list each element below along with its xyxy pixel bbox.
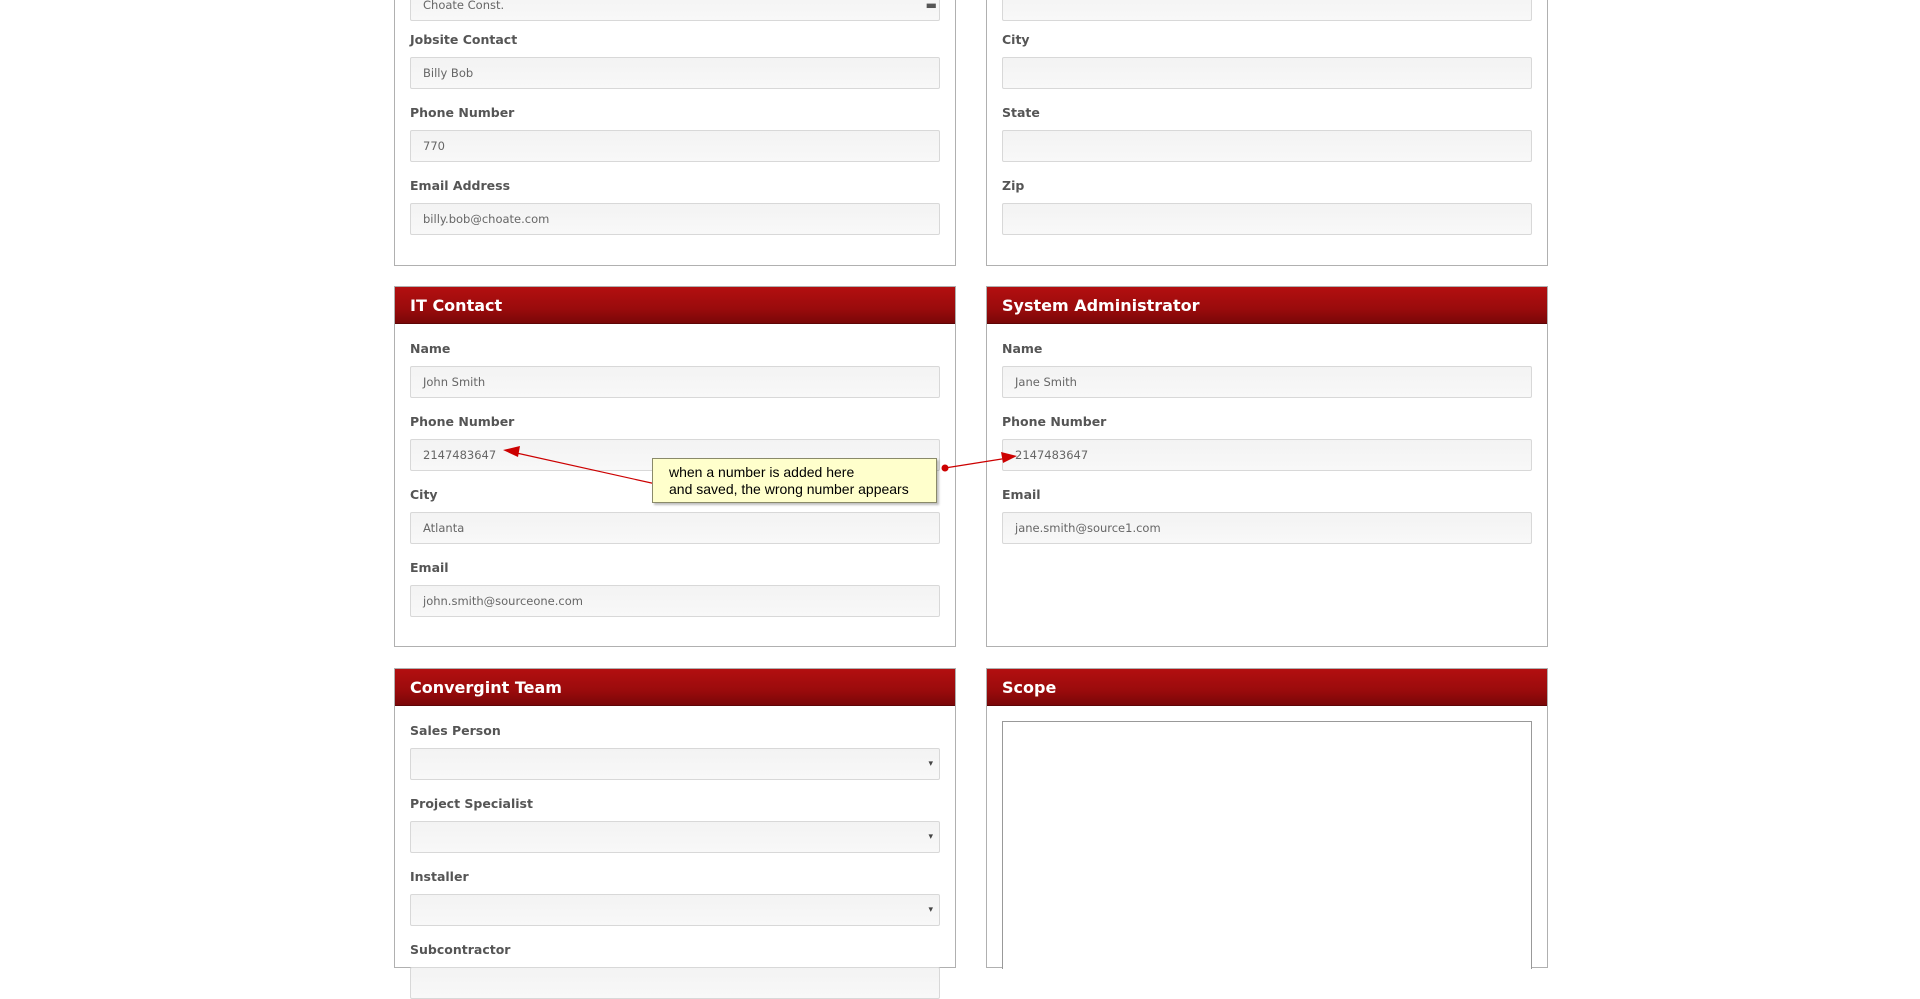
arrowhead-left [503,446,520,457]
annotation-dot-right [941,464,949,472]
annotation-callout: when a number is added here and saved, t… [652,458,937,503]
callout-line-1: when a number is added here [669,464,855,480]
arrowhead-right [1001,452,1017,463]
annotation-arrow-right [944,457,1009,469]
callout-line-2: and saved, the wrong number appears [669,481,909,497]
annotation-arrow-left [511,451,657,485]
annotation-arrows [503,446,1017,488]
subcontractor-select[interactable] [410,967,940,999]
